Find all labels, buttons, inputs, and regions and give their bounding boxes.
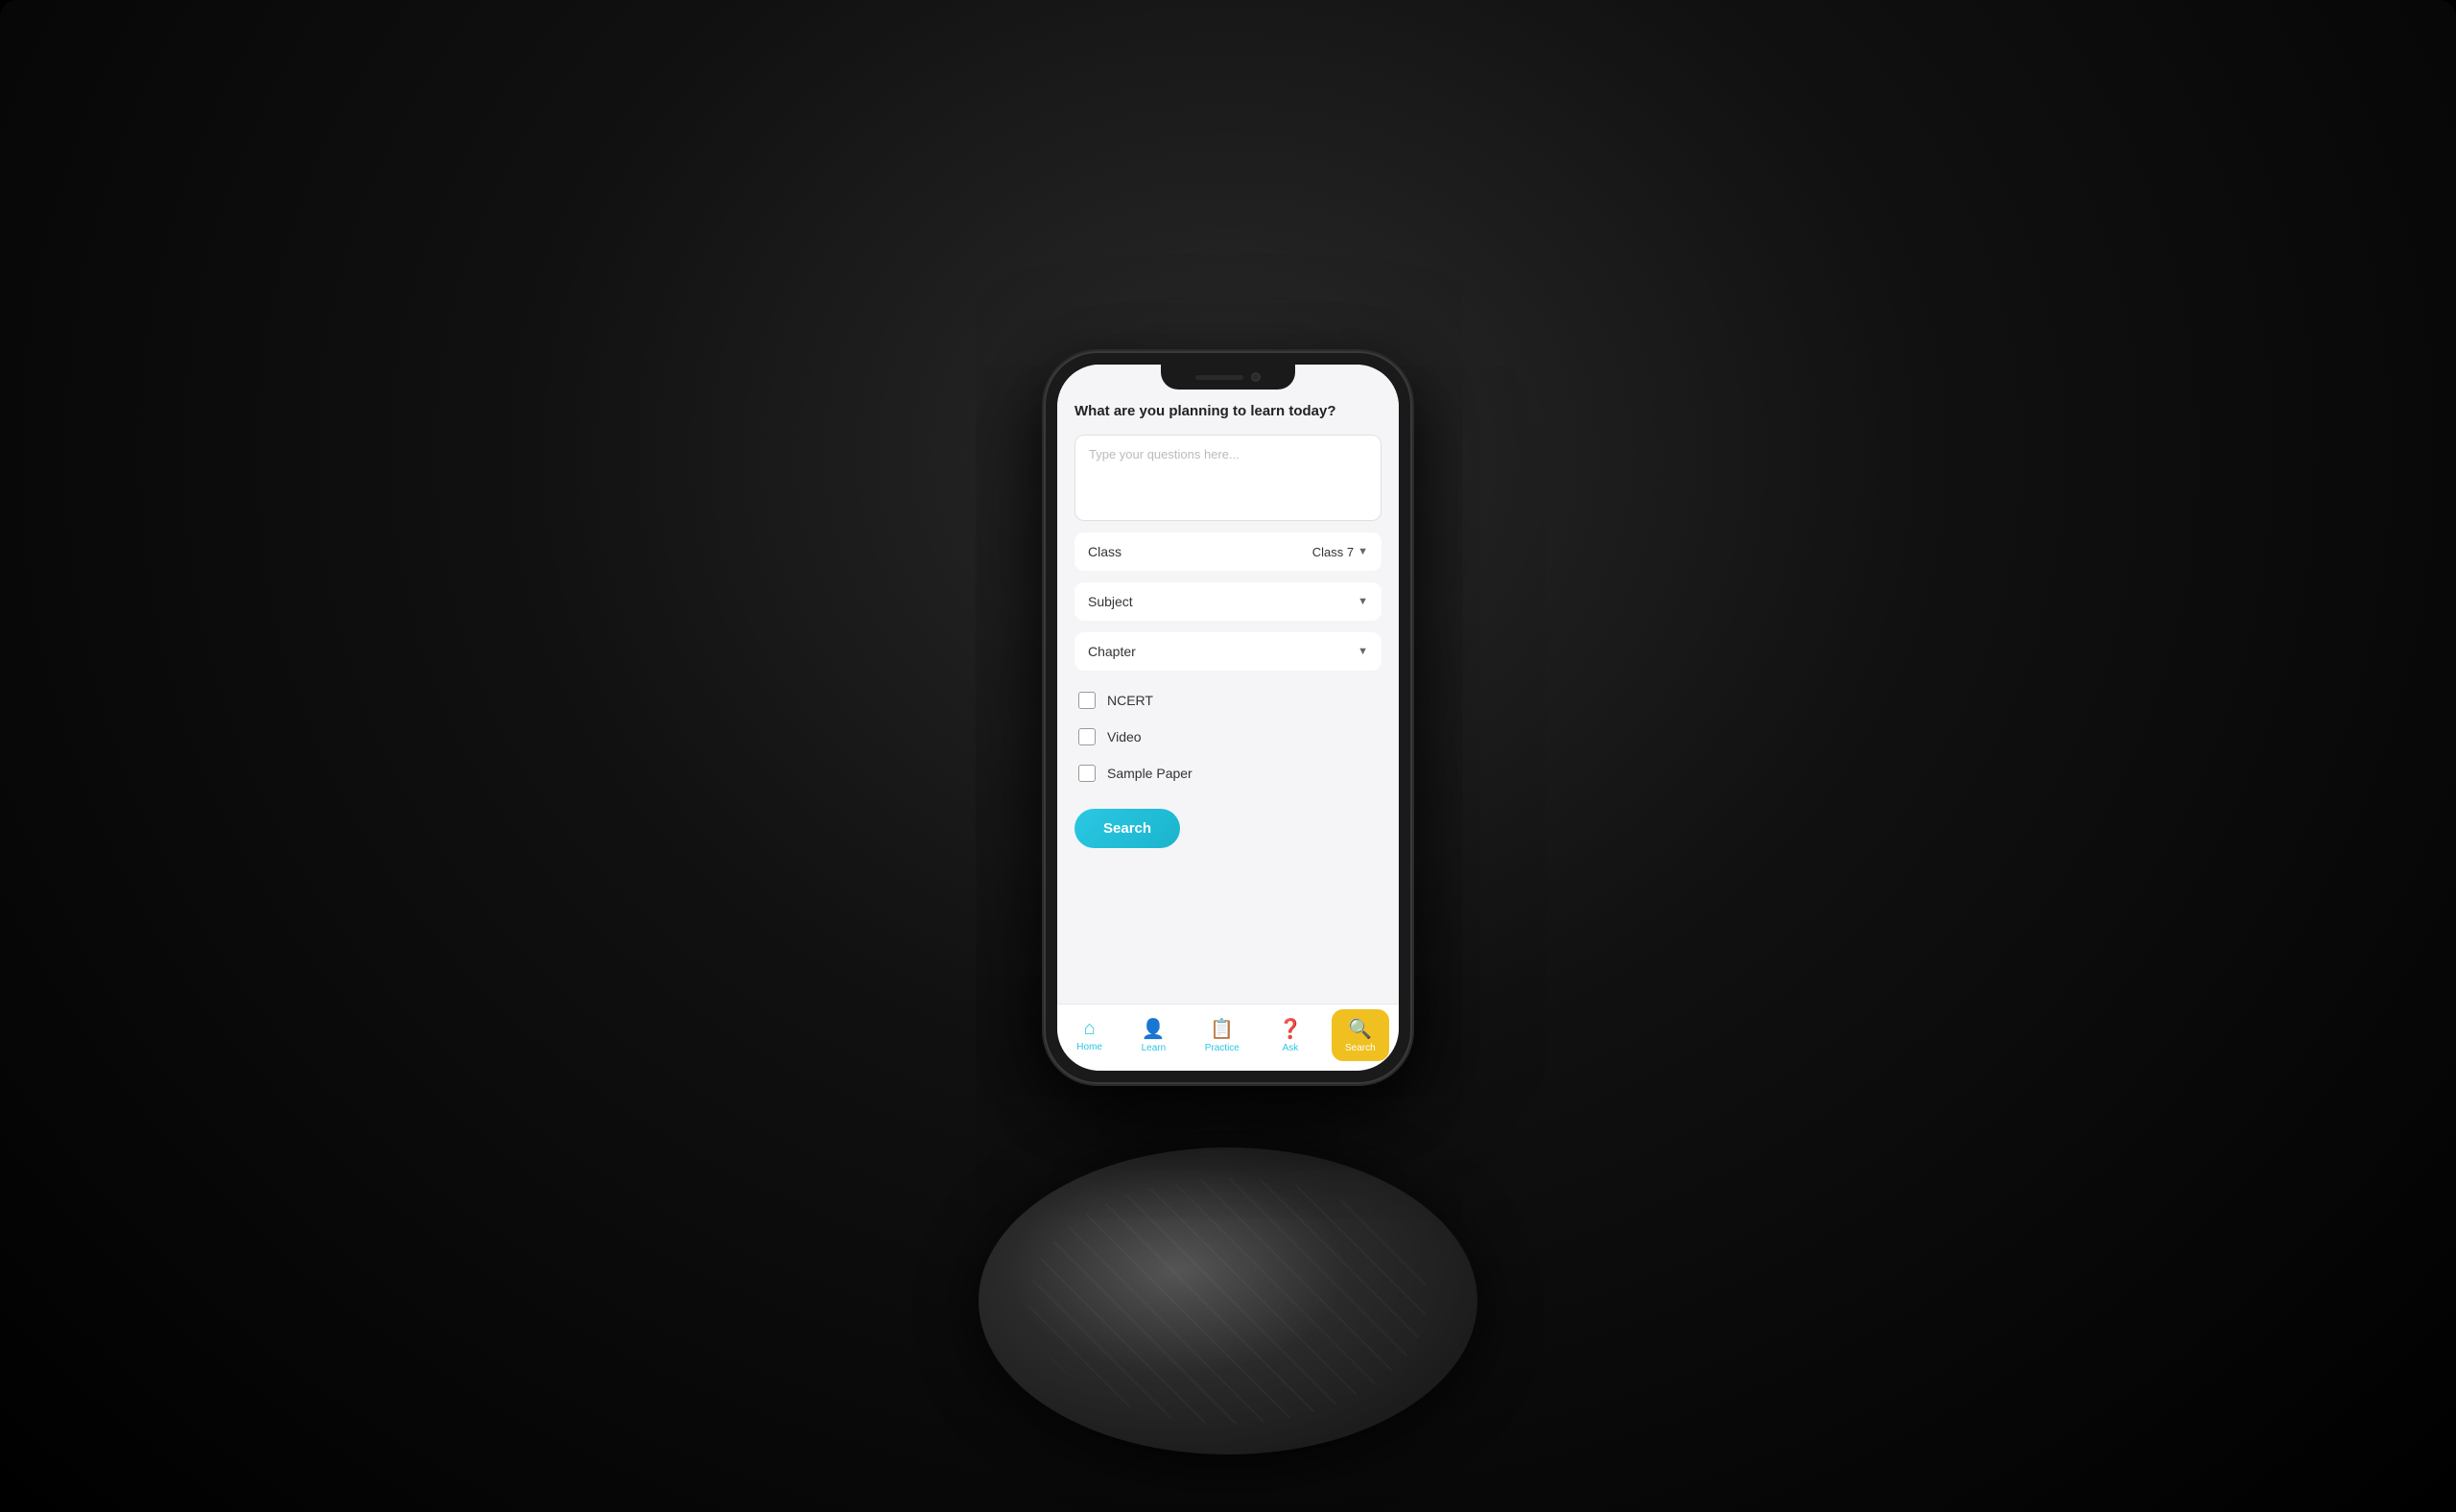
checkbox-ncert[interactable]: NCERT [1074, 682, 1382, 719]
checkbox-sample-paper-box[interactable] [1078, 765, 1096, 782]
phone-screen: What are you planning to learn today? Ty… [1057, 365, 1399, 1071]
home-icon: ⌂ [1084, 1018, 1096, 1040]
chapter-label: Chapter [1088, 644, 1136, 659]
bottom-nav: ⌂ Home 👤 Learn 📋 Practice ❓ Ask 🔍 [1057, 1004, 1399, 1071]
nav-learn-label: Learn [1142, 1043, 1167, 1053]
practice-icon: 📋 [1210, 1017, 1234, 1041]
checkbox-sample-paper[interactable]: Sample Paper [1074, 755, 1382, 791]
nav-home[interactable]: ⌂ Home [1067, 1012, 1112, 1058]
class-filter-row[interactable]: Class Class 7 ▼ [1074, 532, 1382, 571]
notch-camera [1251, 372, 1261, 382]
checkbox-video[interactable]: Video [1074, 719, 1382, 755]
question-placeholder: Type your questions here... [1089, 447, 1240, 461]
checkboxes-section: NCERT Video Sample Paper [1074, 682, 1382, 791]
learn-icon: 👤 [1142, 1017, 1166, 1041]
nav-ask-label: Ask [1283, 1043, 1299, 1053]
notch-speaker [1195, 375, 1243, 380]
checkbox-sample-paper-label: Sample Paper [1107, 766, 1193, 781]
class-label: Class [1088, 544, 1122, 559]
screen-content: What are you planning to learn today? Ty… [1057, 365, 1399, 1004]
checkbox-video-box[interactable] [1078, 728, 1096, 745]
nav-practice[interactable]: 📋 Practice [1195, 1011, 1249, 1059]
nav-search[interactable]: 🔍 Search [1332, 1009, 1389, 1061]
class-value-group: Class 7 ▼ [1312, 545, 1368, 559]
ask-icon: ❓ [1278, 1017, 1302, 1041]
checkbox-ncert-box[interactable] [1078, 692, 1096, 709]
subject-label: Subject [1088, 594, 1133, 609]
subject-dropdown[interactable]: Subject ▼ [1074, 582, 1382, 621]
pedestal [979, 1147, 1477, 1454]
checkbox-ncert-label: NCERT [1107, 693, 1153, 708]
nav-learn[interactable]: 👤 Learn [1132, 1011, 1176, 1059]
subject-chevron-icon: ▼ [1358, 596, 1368, 607]
nav-ask[interactable]: ❓ Ask [1268, 1011, 1311, 1059]
question-label: What are you planning to learn today? [1074, 403, 1382, 419]
class-value: Class 7 [1312, 545, 1354, 559]
phone-notch [1161, 365, 1295, 390]
phone-device: What are you planning to learn today? Ty… [1046, 353, 1410, 1082]
phone-wrapper: What are you planning to learn today? Ty… [1046, 353, 1410, 1082]
nav-practice-label: Practice [1205, 1043, 1240, 1053]
nav-search-label: Search [1345, 1043, 1376, 1053]
checkbox-video-label: Video [1107, 729, 1142, 744]
class-chevron-icon: ▼ [1358, 546, 1368, 557]
question-input[interactable]: Type your questions here... [1074, 435, 1382, 521]
nav-home-label: Home [1076, 1042, 1102, 1052]
search-button[interactable]: Search [1074, 809, 1180, 848]
chapter-dropdown[interactable]: Chapter ▼ [1074, 632, 1382, 671]
chapter-chevron-icon: ▼ [1358, 646, 1368, 657]
search-nav-icon: 🔍 [1348, 1017, 1372, 1041]
